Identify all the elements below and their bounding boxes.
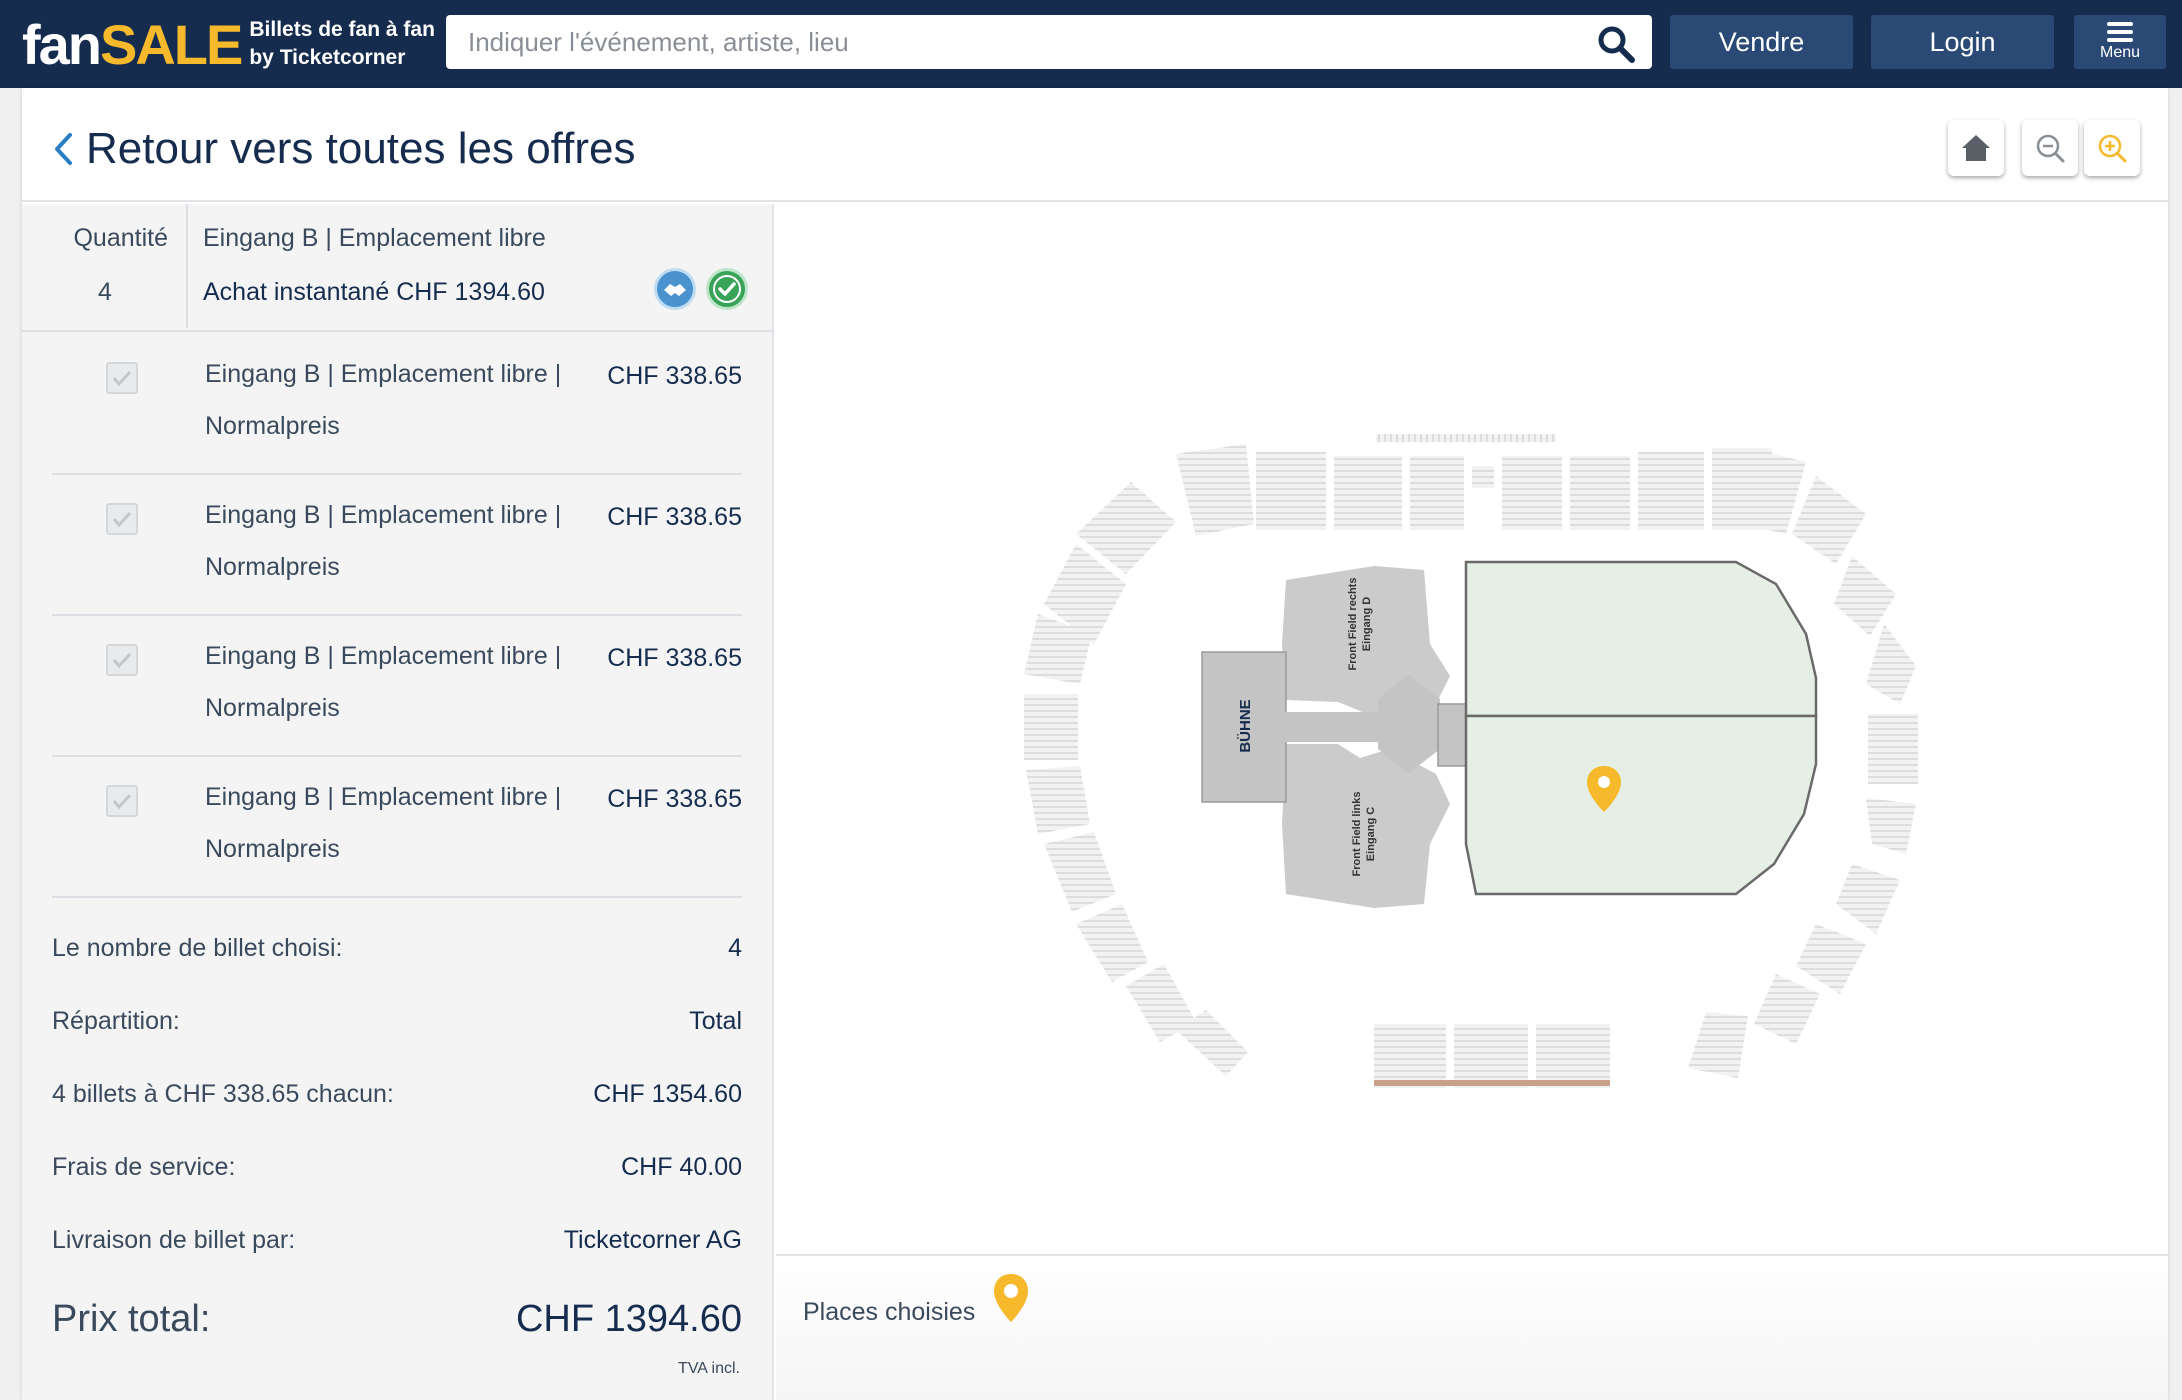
offer-detail-card: Retour vers toutes les offres Quantité 4…	[22, 88, 2168, 1400]
ticket-description-line-2: Normalpreis	[205, 553, 340, 581]
field-zone-links[interactable]	[1464, 714, 1818, 896]
top-navigation-bar: fan SALE Billets de fan à fan by Ticketco…	[0, 0, 2182, 88]
login-button[interactable]: Login	[1871, 15, 2054, 69]
summary-row-split: Répartition: Total	[52, 985, 742, 1058]
ticket-list: Eingang B | Emplacement libre | Normalpr…	[52, 334, 742, 898]
ticket-row: Eingang B | Emplacement libre | Normalpr…	[52, 757, 742, 898]
ticket-price: CHF 338.65	[607, 785, 742, 813]
front-field-left-label: Front Field links	[1351, 792, 1363, 877]
offer-header: Quantité 4 Eingang B | Emplacement libre…	[22, 204, 774, 332]
venue-seat-map[interactable]: BÜHNE Front Field rechts Eingang D Front…	[776, 204, 2168, 1254]
ticket-row: Eingang B | Emplacement libre | Normalpr…	[52, 475, 742, 616]
checkmark-icon	[112, 370, 132, 387]
ticket-row: Eingang B | Emplacement libre | Normalpr…	[52, 334, 742, 475]
ticket-price: CHF 338.65	[607, 503, 742, 531]
menu-label: Menu	[2099, 44, 2141, 61]
logo-tagline: Billets de fan à fan by Ticketcorner	[249, 16, 435, 72]
ticket-description-line-1: Eingang B | Emplacement libre |	[205, 783, 562, 811]
menu-button[interactable]: Menu	[2074, 15, 2166, 69]
venue-map-svg: BÜHNE Front Field rechts Eingang D Front…	[1024, 434, 1918, 1088]
summary-fee-value: CHF 40.00	[621, 1153, 742, 1181]
fansale-logo[interactable]: fan SALE Billets de fan à fan by Ticketco…	[22, 12, 435, 76]
ticket-description-line-1: Eingang B | Emplacement libre |	[205, 360, 562, 388]
handshake-icon	[654, 268, 696, 310]
summary-fee-label: Frais de service:	[52, 1153, 236, 1181]
front-field-left-sub: Eingang C	[1365, 807, 1377, 861]
logo-fan-text: fan	[22, 12, 102, 76]
ticket-description-line-1: Eingang B | Emplacement libre |	[205, 642, 562, 670]
summary-count-value: 4	[728, 934, 742, 962]
quantity-label: Quantité	[73, 224, 168, 252]
back-to-offers-link[interactable]: Retour vers toutes les offres	[86, 124, 635, 174]
ticket-description: Eingang B | Emplacement libre | Normalpr…	[205, 630, 585, 734]
hamburger-icon	[2107, 22, 2133, 42]
map-pin-icon	[994, 1274, 1028, 1322]
total-price-value: CHF 1394.60	[515, 1298, 742, 1340]
summary-delivery-value: Ticketcorner AG	[563, 1226, 742, 1254]
check-icon	[706, 268, 748, 310]
ticket-description-line-2: Normalpreis	[205, 835, 340, 863]
checkmark-icon	[112, 793, 132, 810]
checkmark-icon	[112, 652, 132, 669]
field-zone-rechts[interactable]	[1464, 560, 1818, 718]
ticket-price: CHF 338.65	[607, 362, 742, 390]
zoom-out-button[interactable]	[2022, 120, 2078, 176]
ticket-description-line-2: Normalpreis	[205, 412, 340, 440]
logo-tagline-line-2: by Ticketcorner	[249, 46, 406, 69]
summary-unit-value: CHF 1354.60	[593, 1080, 742, 1108]
zoom-out-icon	[2036, 134, 2065, 163]
vat-note: TVA incl.	[678, 1360, 740, 1377]
summary-row-unit: 4 billets à CHF 338.65 chacun: CHF 1354.…	[52, 1058, 742, 1131]
map-home-button[interactable]	[1948, 120, 2004, 176]
chosen-places-label: Places choisies	[803, 1298, 976, 1326]
summary-split-value: Total	[689, 1007, 742, 1035]
home-icon	[1962, 135, 1990, 161]
summary-count-label: Le nombre de billet choisi:	[52, 934, 343, 962]
zoom-in-icon	[2098, 134, 2127, 163]
total-price-row: Prix total: CHF 1394.60	[52, 1298, 742, 1358]
ticket-description-line-1: Eingang B | Emplacement libre |	[205, 501, 562, 529]
summary-unit-label: 4 billets à CHF 338.65 chacun:	[52, 1080, 394, 1108]
search-input[interactable]	[446, 16, 1566, 68]
logo-sale-text: SALE	[100, 12, 243, 76]
top-seating-blocks	[1256, 434, 1772, 530]
front-field-right-label: Front Field rechts	[1347, 578, 1359, 671]
ticket-checkbox[interactable]	[106, 785, 138, 817]
ticket-description: Eingang B | Emplacement libre | Normalpr…	[205, 771, 585, 875]
chevron-left-icon[interactable]	[52, 132, 74, 166]
back-row: Retour vers toutes les offres	[22, 88, 2168, 202]
offer-title: Eingang B | Emplacement libre	[203, 224, 546, 252]
ticket-description-line-2: Normalpreis	[205, 694, 340, 722]
checkmark-icon	[112, 511, 132, 528]
price-summary: Le nombre de billet choisi: 4 Répartitio…	[52, 912, 742, 1277]
quantity-column: Quantité 4	[22, 204, 188, 328]
summary-row-delivery: Livraison de billet par: Ticketcorner AG	[52, 1204, 742, 1277]
quantity-value: 4	[98, 278, 112, 306]
summary-split-label: Répartition:	[52, 1007, 180, 1035]
zoom-in-button[interactable]	[2084, 120, 2140, 176]
summary-delivery-label: Livraison de billet par:	[52, 1226, 296, 1254]
ticket-description: Eingang B | Emplacement libre | Normalpr…	[205, 348, 585, 452]
front-field-right-sub: Eingang D	[1361, 597, 1373, 651]
sell-button[interactable]: Vendre	[1670, 15, 1853, 69]
ticket-checkbox[interactable]	[106, 362, 138, 394]
ticket-checkbox[interactable]	[106, 644, 138, 676]
ticket-price: CHF 338.65	[607, 644, 742, 672]
chosen-places-bar: Places choisies	[776, 1254, 2168, 1400]
offer-panel: Quantité 4 Eingang B | Emplacement libre…	[22, 204, 774, 1400]
ticket-checkbox[interactable]	[106, 503, 138, 535]
instant-buy-price: Achat instantané CHF 1394.60	[203, 278, 545, 306]
ticket-row: Eingang B | Emplacement libre | Normalpr…	[52, 616, 742, 757]
stage-label: BÜHNE	[1237, 699, 1254, 752]
bottom-seating-blocks	[1374, 1024, 1610, 1088]
ticket-description: Eingang B | Emplacement libre | Normalpr…	[205, 489, 585, 593]
summary-row-fee: Frais de service: CHF 40.00	[52, 1131, 742, 1204]
logo-tagline-line-1: Billets de fan à fan	[249, 18, 435, 41]
summary-row-count: Le nombre de billet choisi: 4	[52, 912, 742, 985]
total-price-label: Prix total:	[52, 1298, 211, 1340]
search-bar	[446, 15, 1652, 69]
search-icon[interactable]	[1596, 24, 1636, 64]
